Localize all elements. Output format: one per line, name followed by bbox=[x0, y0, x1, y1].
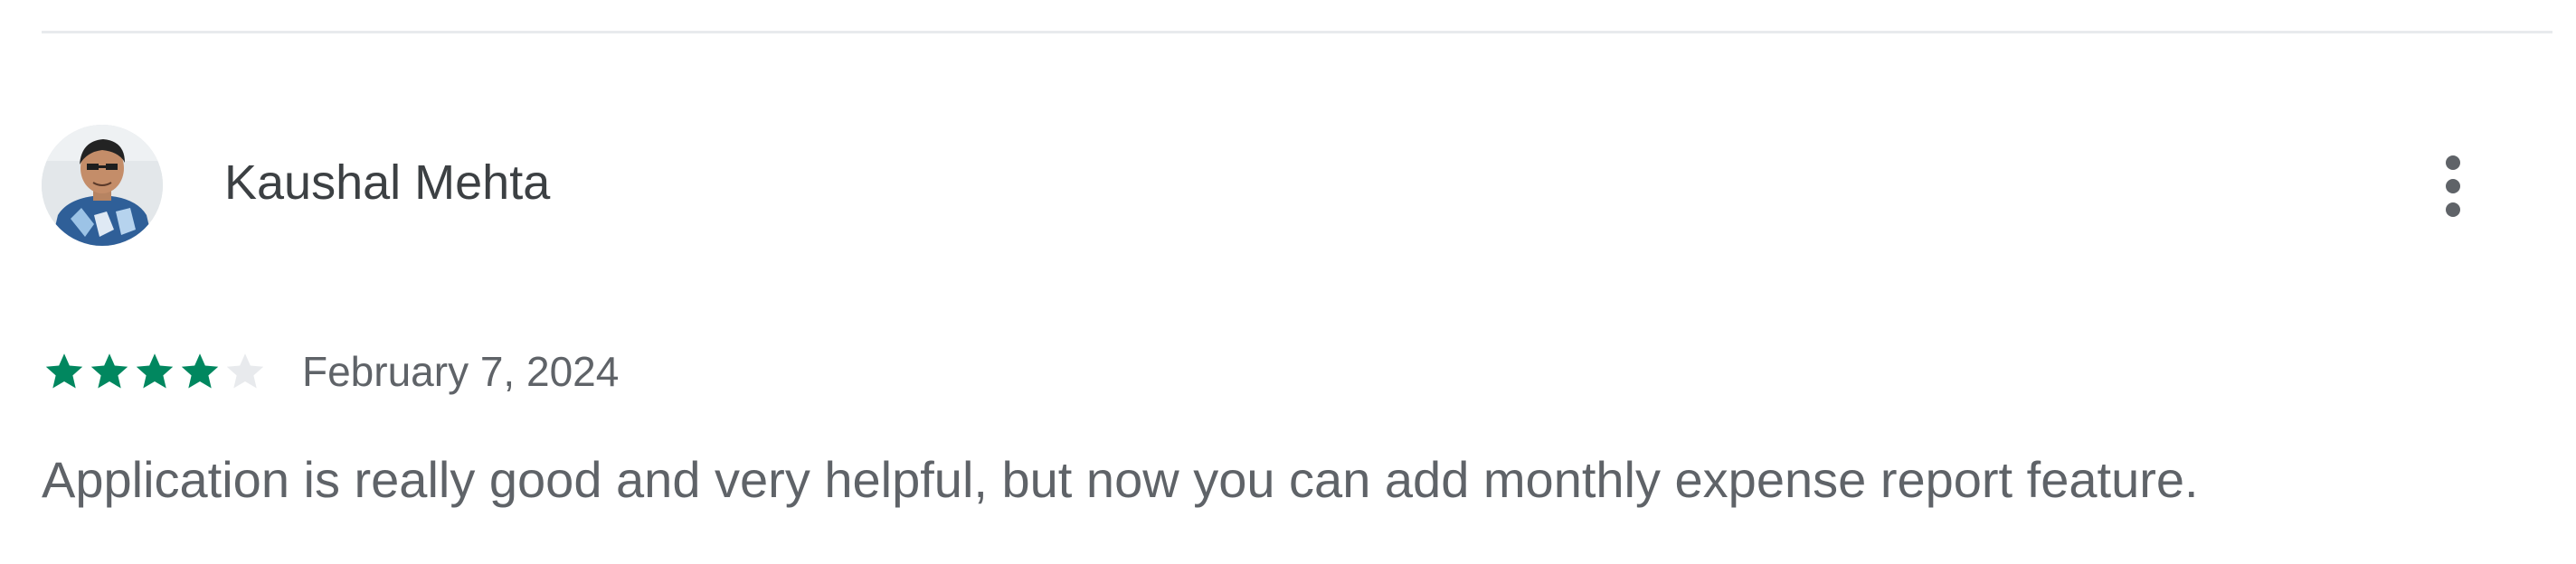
review-card: Kaushal Mehta February 7, 2024 Applicati… bbox=[0, 0, 2576, 564]
more-options-button[interactable] bbox=[2419, 145, 2487, 228]
star-empty-icon bbox=[226, 353, 264, 389]
review-text: Application is really good and very help… bbox=[42, 451, 2199, 508]
avatar bbox=[42, 125, 163, 246]
star-filled-icon bbox=[181, 353, 219, 389]
star-filled-icon bbox=[45, 353, 83, 389]
review-author-name: Kaushal Mehta bbox=[224, 155, 551, 210]
star-filled-icon bbox=[90, 353, 128, 389]
more-vert-icon-dot-1 bbox=[2446, 155, 2460, 170]
rating-row: February 7, 2024 bbox=[42, 340, 619, 403]
review-date: February 7, 2024 bbox=[302, 348, 620, 395]
star-filled-icon bbox=[136, 353, 174, 389]
more-vert-icon-dot-3 bbox=[2446, 202, 2460, 217]
star-rating bbox=[42, 340, 268, 403]
more-vert-icon-dot-2 bbox=[2446, 179, 2460, 193]
user-avatar-photo-icon bbox=[42, 125, 163, 246]
top-divider bbox=[42, 31, 2552, 33]
